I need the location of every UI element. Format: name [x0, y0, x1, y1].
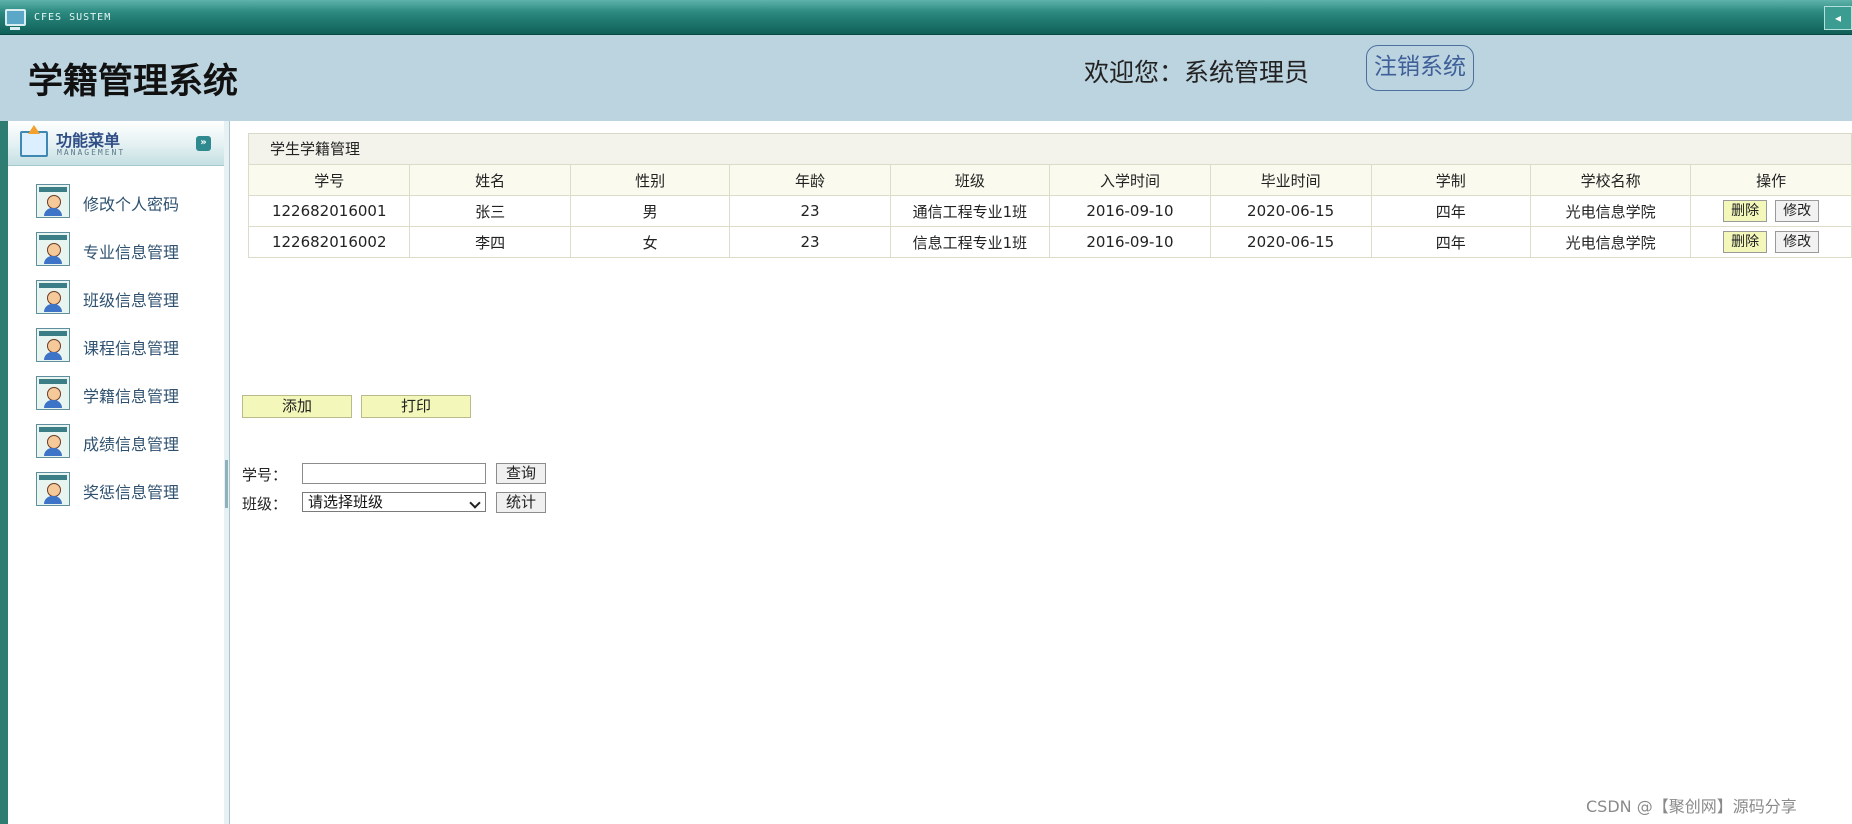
menu-upload-icon — [20, 125, 48, 157]
statistics-button[interactable]: 统计 — [496, 492, 546, 513]
logout-button[interactable]: 注销系统 — [1366, 45, 1474, 91]
class-select-value: 请选择班级 — [308, 493, 384, 511]
delete-button[interactable]: 删除 — [1723, 200, 1768, 222]
header: 学籍管理系统 欢迎您：系统管理员 注销系统 — [0, 35, 1852, 121]
cell-school: 光电信息学院 — [1529, 226, 1692, 258]
window-title-bar: CFES SUSTEM ◂ — [0, 0, 1852, 35]
add-button[interactable]: 添加 — [242, 395, 352, 418]
sidebar: 功能菜单 MANAGEMENT » 修改个人密码 专业信息管理 班级信息管理 课… — [8, 121, 225, 824]
cell-duration: 四年 — [1370, 226, 1531, 258]
user-card-icon — [36, 184, 70, 218]
main-content: 学生学籍管理 学号 姓名 性别 年龄 班级 入学时间 毕业时间 学制 学校名称 … — [236, 121, 1852, 824]
cell-enroll-date: 2016-09-10 — [1049, 226, 1211, 258]
column-header: 学校名称 — [1529, 164, 1692, 196]
column-header: 性别 — [569, 164, 731, 196]
edit-button[interactable]: 修改 — [1775, 200, 1820, 222]
cell-enroll-date: 2016-09-10 — [1049, 195, 1211, 227]
menu-item-reward-management[interactable]: 奖惩信息管理 — [8, 471, 224, 519]
cell-student-id: 122682016001 — [247, 195, 411, 227]
delete-button[interactable]: 删除 — [1723, 231, 1768, 253]
table-row: 122682016002 李四 女 23 信息工程专业1班 2016-09-10… — [247, 226, 1852, 258]
menu-collapse-icon[interactable]: » — [196, 136, 211, 151]
cell-student-id: 122682016002 — [247, 226, 411, 258]
cell-school: 光电信息学院 — [1529, 195, 1692, 227]
column-header: 入学时间 — [1049, 164, 1211, 196]
column-header: 学号 — [247, 164, 411, 196]
cell-gender: 男 — [569, 195, 731, 227]
student-id-input[interactable] — [302, 463, 486, 484]
menu-list: 修改个人密码 专业信息管理 班级信息管理 课程信息管理 学籍信息管理 成绩信息管… — [8, 183, 224, 519]
panel-title: 学生学籍管理 — [248, 133, 1852, 165]
menu-item-label: 修改个人密码 — [83, 195, 180, 214]
cell-actions: 删除 修改 — [1690, 226, 1852, 258]
chevron-down-icon — [469, 497, 481, 509]
cell-name: 李四 — [409, 226, 571, 258]
cell-name: 张三 — [409, 195, 571, 227]
menu-item-grade-management[interactable]: 成绩信息管理 — [8, 423, 224, 471]
column-header: 年龄 — [729, 164, 891, 196]
user-card-icon — [36, 472, 70, 506]
cell-actions: 删除 修改 — [1690, 195, 1852, 227]
menu-item-label: 班级信息管理 — [83, 291, 180, 310]
user-card-icon — [36, 376, 70, 410]
menu-subtitle: MANAGEMENT — [57, 148, 126, 157]
user-card-icon — [36, 328, 70, 362]
watermark: CSDN @【聚创网】源码分享 — [1586, 797, 1797, 816]
class-select[interactable]: 请选择班级 — [302, 492, 486, 512]
menu-item-label: 学籍信息管理 — [83, 387, 180, 406]
menu-item-major-management[interactable]: 专业信息管理 — [8, 231, 224, 279]
splitter-grip[interactable] — [225, 460, 228, 508]
column-header: 姓名 — [409, 164, 571, 196]
cell-class: 信息工程专业1班 — [889, 226, 1051, 258]
menu-item-enrollment-management[interactable]: 学籍信息管理 — [8, 375, 224, 423]
menu-header: 功能菜单 MANAGEMENT » — [8, 121, 224, 166]
menu-item-change-password[interactable]: 修改个人密码 — [8, 183, 224, 231]
welcome-text: 欢迎您：系统管理员 — [1084, 58, 1310, 87]
sidebar-left-border — [0, 121, 8, 824]
cell-gender: 女 — [569, 226, 731, 258]
edit-button[interactable]: 修改 — [1775, 231, 1820, 253]
menu-item-class-management[interactable]: 班级信息管理 — [8, 279, 224, 327]
menu-item-label: 专业信息管理 — [83, 243, 180, 262]
column-header: 学制 — [1370, 164, 1531, 196]
user-card-icon — [36, 232, 70, 266]
cell-duration: 四年 — [1370, 195, 1531, 227]
menu-item-label: 成绩信息管理 — [83, 435, 180, 454]
menu-item-label: 奖惩信息管理 — [83, 483, 180, 502]
menu-item-course-management[interactable]: 课程信息管理 — [8, 327, 224, 375]
query-button[interactable]: 查询 — [496, 463, 546, 484]
system-monitor-icon — [5, 9, 26, 30]
collapse-icon[interactable]: ◂ — [1824, 6, 1852, 30]
table-row: 122682016001 张三 男 23 通信工程专业1班 2016-09-10… — [247, 195, 1852, 227]
cell-class: 通信工程专业1班 — [889, 195, 1051, 227]
student-id-label: 学号： — [242, 466, 288, 484]
menu-item-label: 课程信息管理 — [83, 339, 180, 358]
app-title: 学籍管理系统 — [28, 62, 239, 102]
cell-graduation-date: 2020-06-15 — [1209, 226, 1372, 258]
class-label: 班级： — [242, 495, 288, 513]
print-button[interactable]: 打印 — [361, 395, 471, 418]
column-header: 操作 — [1690, 164, 1852, 196]
cell-graduation-date: 2020-06-15 — [1209, 195, 1372, 227]
user-card-icon — [36, 280, 70, 314]
cell-age: 23 — [729, 226, 891, 258]
system-label: CFES SUSTEM — [34, 12, 112, 23]
cell-age: 23 — [729, 195, 891, 227]
student-table: 学号 姓名 性别 年龄 班级 入学时间 毕业时间 学制 学校名称 操作 1226… — [247, 164, 1852, 258]
column-header: 毕业时间 — [1209, 164, 1372, 196]
table-header-row: 学号 姓名 性别 年龄 班级 入学时间 毕业时间 学制 学校名称 操作 — [247, 164, 1852, 196]
user-card-icon — [36, 424, 70, 458]
column-header: 班级 — [889, 164, 1051, 196]
